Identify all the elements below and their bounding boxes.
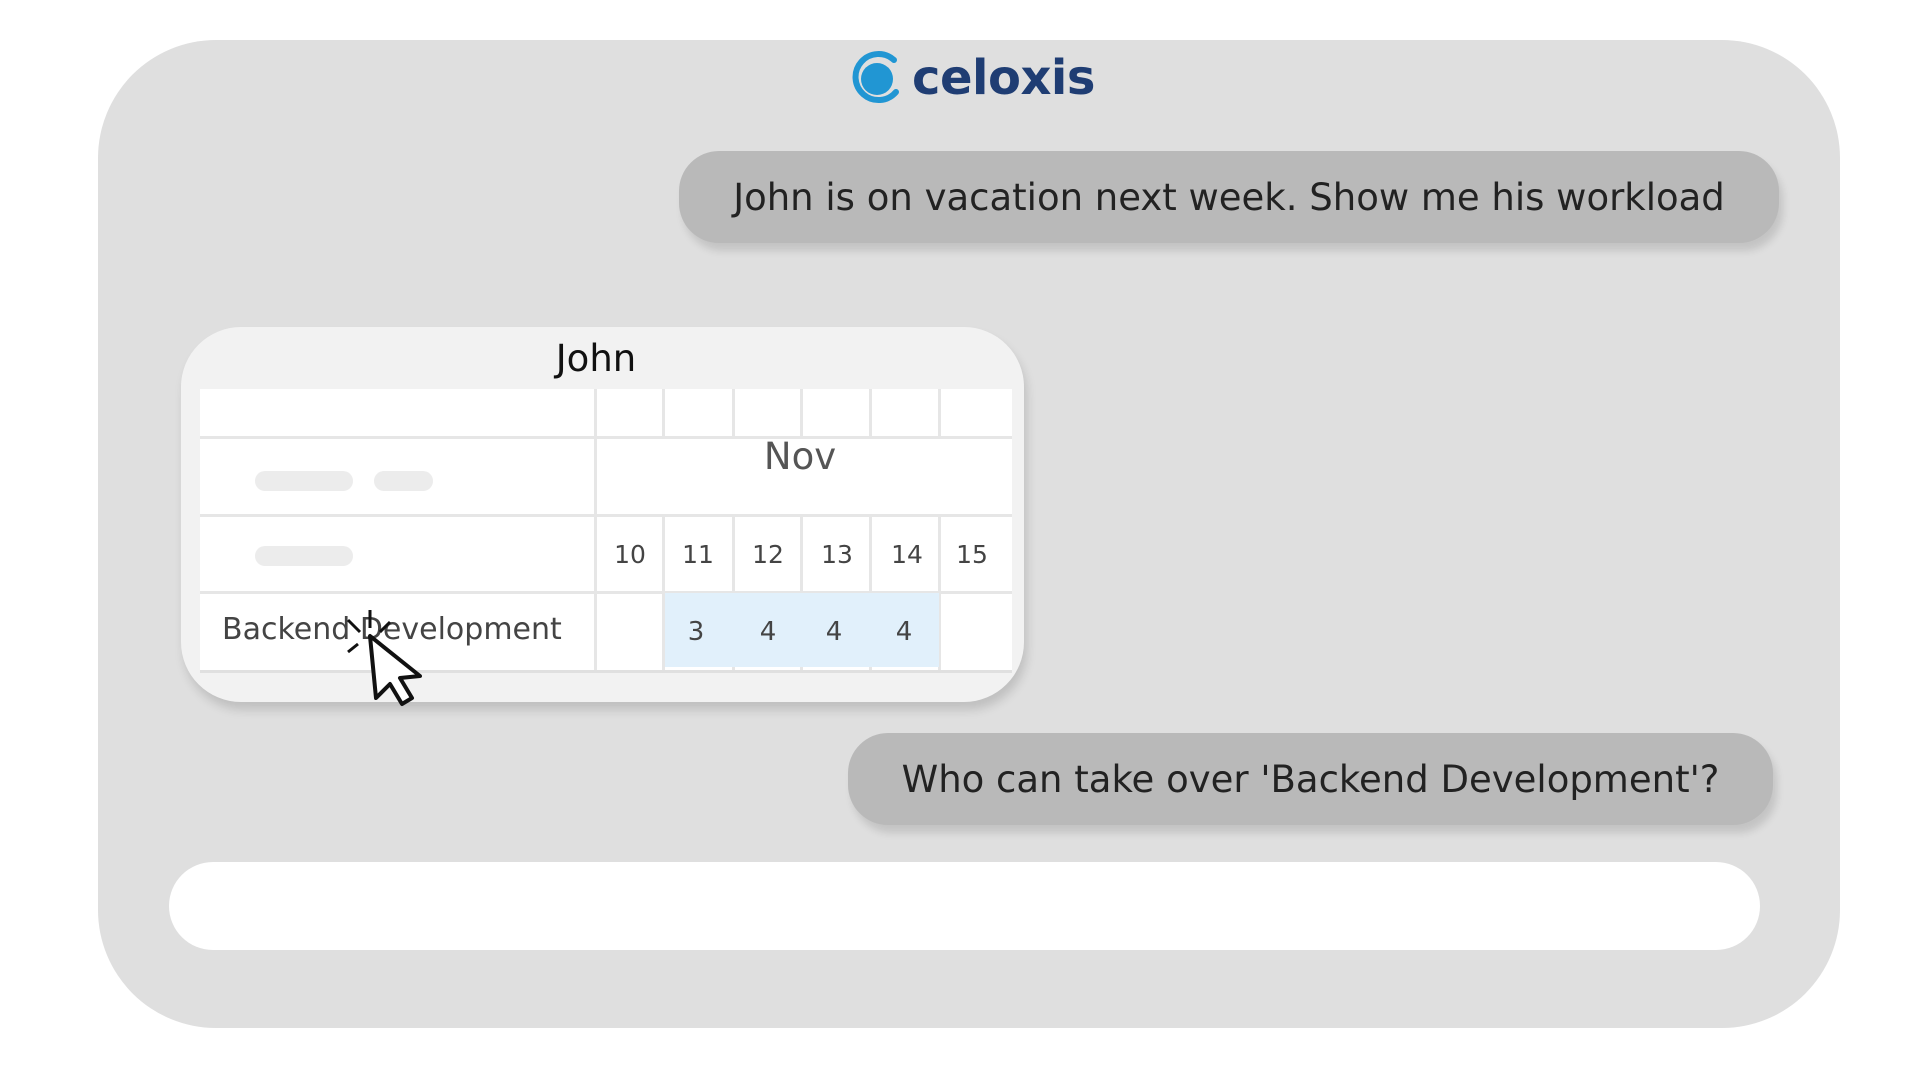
user-message-vacation: John is on vacation next week. Show me h… xyxy=(679,151,1779,243)
placeholder-bar xyxy=(255,471,353,491)
brand-logo: celoxis xyxy=(850,46,1095,110)
allocation-hours: 4 xyxy=(895,617,913,647)
celoxis-logo-icon xyxy=(852,51,899,104)
day-header: 15 xyxy=(956,540,988,569)
month-header: Nov xyxy=(763,435,837,478)
day-header: 14 xyxy=(891,540,923,569)
user-message-takeover: Who can take over 'Backend Development'? xyxy=(848,733,1773,825)
workload-card-title: John xyxy=(555,337,637,380)
placeholder-bar xyxy=(374,471,433,491)
chat-input[interactable] xyxy=(169,862,1760,950)
brand-name: celoxis xyxy=(912,50,1095,106)
day-header: 13 xyxy=(821,540,853,569)
mouse-pointer-icon xyxy=(346,610,422,706)
allocation-hours: 4 xyxy=(825,617,843,647)
allocation-hours: 4 xyxy=(759,617,777,647)
allocation-hours: 3 xyxy=(687,617,705,647)
day-header: 11 xyxy=(682,540,714,569)
day-header: 12 xyxy=(752,540,784,569)
placeholder-bar xyxy=(255,546,353,566)
day-header: 10 xyxy=(614,540,646,569)
